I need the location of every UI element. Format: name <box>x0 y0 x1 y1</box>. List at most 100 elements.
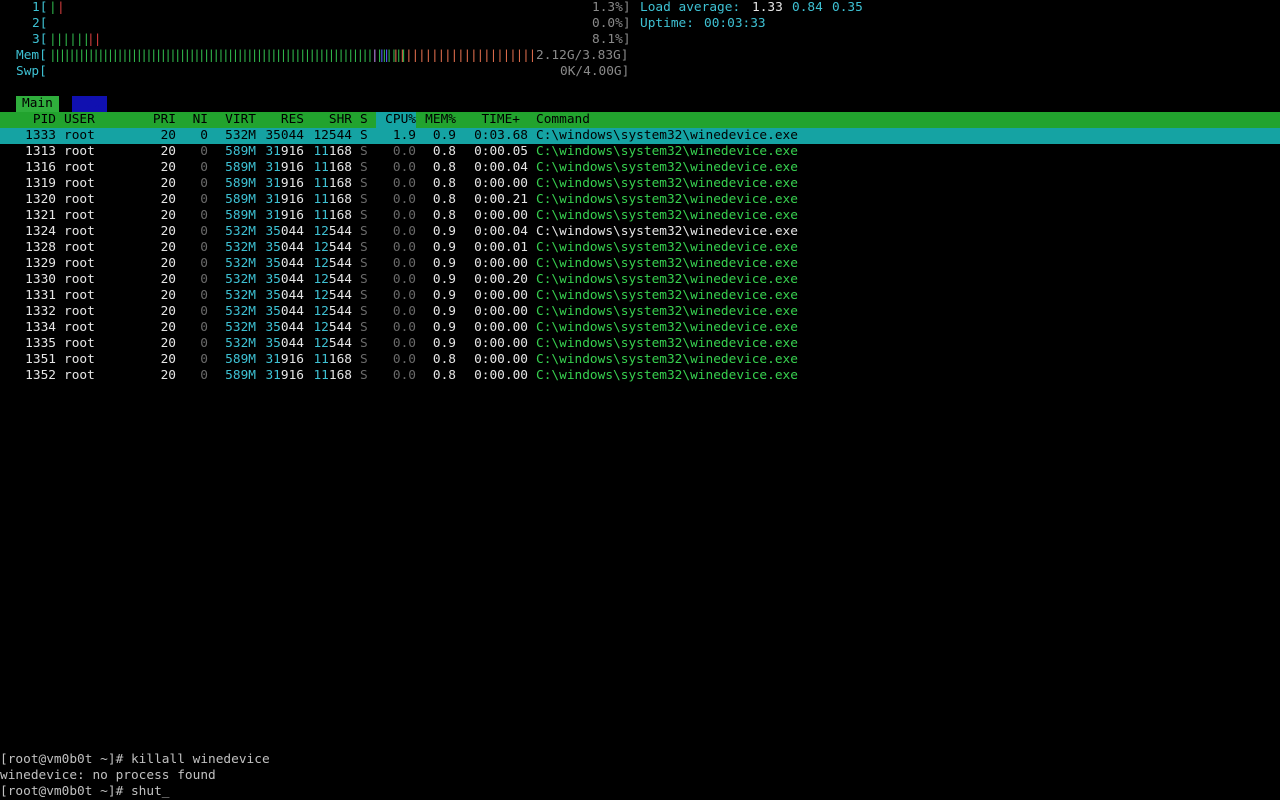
process-cell-ni: 0 <box>200 208 208 223</box>
process-cell-virt: 532M <box>225 128 256 143</box>
shell-prompt[interactable]: [root@vm0b0t ~]# shut_ <box>0 784 170 800</box>
process-cell-shr: 12544 <box>313 336 352 351</box>
process-cell-user: root <box>64 144 95 159</box>
process-cell-time: 0:03.68 <box>474 128 528 143</box>
process-row[interactable]: 1320 root 20 0 589M 31916 11168 S 0.0 0.8 0:00.21 C… <box>0 192 1280 208</box>
process-row[interactable]: 1319 root 20 0 589M 31916 11168 S 0.0 0.8 0:00.00 C… <box>0 176 1280 192</box>
process-row[interactable]: 1324 root 20 0 532M 35044 12544 S 0.0 0.9 0:00.04 C… <box>0 224 1280 240</box>
process-row[interactable]: 1330 root 20 0 532M 35044 12544 S 0.0 0.9 0:00.20 C… <box>0 272 1280 288</box>
column-header-shr[interactable]: SHR <box>312 112 352 128</box>
column-header-cpu[interactable]: CPU% <box>376 112 416 128</box>
load-average-1min: 1.33 <box>752 0 783 15</box>
process-cell-pid: 1330 <box>25 272 56 287</box>
process-row[interactable]: 1333 root 20 0 532M 35044 12544 S 1.9 0.9 0:03.68 C… <box>0 128 1280 144</box>
process-cell-s: S <box>360 368 368 383</box>
cpu-meter-label: 1[ <box>32 0 48 15</box>
process-cell-ni: 0 <box>200 128 208 143</box>
process-row[interactable]: 1328 root 20 0 532M 35044 12544 S 0.0 0.9 0:00.01 C… <box>0 240 1280 256</box>
process-cell-shr: 12544 <box>313 256 352 271</box>
process-cell-shr: 11168 <box>313 368 352 383</box>
process-cell-shr: 12544 <box>313 272 352 287</box>
process-row[interactable]: 1321 root 20 0 589M 31916 11168 S 0.0 0.8 0:00.00 C… <box>0 208 1280 224</box>
process-cell-cpu: 0.0 <box>392 368 416 383</box>
process-cell-ni: 0 <box>200 368 208 383</box>
cpu-meter-percent: 0.0%] <box>592 16 631 31</box>
column-header-pid[interactable]: PID <box>0 112 56 128</box>
column-header-time[interactable]: TIME+ <box>464 112 520 128</box>
process-cell-pid: 1320 <box>25 192 56 207</box>
process-cell-time: 0:00.04 <box>474 160 528 175</box>
process-cell-cmd: C:\windows\system32\winedevice.exe <box>536 224 798 239</box>
process-cell-user: root <box>64 224 95 239</box>
process-cell-user: root <box>64 304 95 319</box>
process-cell-user: root <box>64 320 95 335</box>
process-row[interactable]: 1316 root 20 0 589M 31916 11168 S 0.0 0.8 0:00.04 C… <box>0 160 1280 176</box>
column-header-state[interactable]: S <box>360 112 368 128</box>
process-cell-cpu: 0.0 <box>392 288 416 303</box>
process-row[interactable]: 1332 root 20 0 532M 35044 12544 S 0.0 0.9 0:00.00 C… <box>0 304 1280 320</box>
column-header-user[interactable]: USER <box>64 112 95 128</box>
process-cell-res: 35044 <box>265 336 304 351</box>
cpu-meter-bar-red: || <box>87 32 101 47</box>
process-row[interactable]: 1335 root 20 0 532M 35044 12544 S 0.0 0.9 0:00.00 C… <box>0 336 1280 352</box>
process-cell-cmd: C:\windows\system32\winedevice.exe <box>536 288 798 303</box>
process-cell-user: root <box>64 368 95 383</box>
tab-main[interactable]: Main <box>16 96 59 112</box>
process-cell-pri: 20 <box>160 160 176 175</box>
process-cell-ni: 0 <box>200 160 208 175</box>
process-cell-time: 0:00.00 <box>474 176 528 191</box>
process-row[interactable]: 1351 root 20 0 589M 31916 11168 S 0.0 0.8 0:00.00 C… <box>0 352 1280 368</box>
process-cell-cpu: 0.0 <box>392 176 416 191</box>
process-cell-user: root <box>64 336 95 351</box>
process-cell-s: S <box>360 160 368 175</box>
column-header-res[interactable]: RES <box>264 112 304 128</box>
column-header-ni[interactable]: NI <box>184 112 208 128</box>
process-cell-pri: 20 <box>160 368 176 383</box>
memory-meter-label: Mem[ <box>16 48 47 63</box>
process-cell-mem: 0.8 <box>432 368 456 383</box>
process-cell-cmd: C:\windows\system32\winedevice.exe <box>536 272 798 287</box>
process-row[interactable]: 1313 root 20 0 589M 31916 11168 S 0.0 0.8 0:00.05 C… <box>0 144 1280 160</box>
process-cell-pri: 20 <box>160 320 176 335</box>
process-cell-mem: 0.9 <box>432 128 456 143</box>
column-header-virt[interactable]: VIRT <box>216 112 256 128</box>
process-cell-ni: 0 <box>200 176 208 191</box>
process-cell-cmd: C:\windows\system32\winedevice.exe <box>536 160 798 175</box>
process-cell-cmd: C:\windows\system32\winedevice.exe <box>536 336 798 351</box>
process-cell-cpu: 1.9 <box>392 128 416 143</box>
shell-line: winedevice: no process found <box>0 768 216 783</box>
process-cell-s: S <box>360 208 368 223</box>
process-cell-pid: 1313 <box>25 144 56 159</box>
process-cell-virt: 589M <box>225 352 256 367</box>
process-cell-cpu: 0.0 <box>392 192 416 207</box>
process-cell-ni: 0 <box>200 320 208 335</box>
process-cell-pid: 1332 <box>25 304 56 319</box>
process-cell-user: root <box>64 288 95 303</box>
process-row[interactable]: 1329 root 20 0 532M 35044 12544 S 0.0 0.9 0:00.00 C… <box>0 256 1280 272</box>
process-cell-shr: 12544 <box>313 240 352 255</box>
process-cell-res: 35044 <box>265 304 304 319</box>
process-cell-virt: 589M <box>225 176 256 191</box>
process-cell-user: root <box>64 176 95 191</box>
tab-io[interactable]: I/O <box>72 96 108 112</box>
column-header-command[interactable]: Command <box>536 112 590 128</box>
process-row[interactable]: 1334 root 20 0 532M 35044 12544 S 0.0 0.9 0:00.00 C… <box>0 320 1280 336</box>
process-row[interactable]: 1331 root 20 0 532M 35044 12544 S 0.0 0.9 0:00.00 C… <box>0 288 1280 304</box>
load-average-5min: 0.84 <box>792 0 823 15</box>
process-cell-cpu: 0.0 <box>392 352 416 367</box>
process-cell-res: 35044 <box>265 272 304 287</box>
column-header-pri[interactable]: PRI <box>144 112 176 128</box>
process-cell-pri: 20 <box>160 304 176 319</box>
process-cell-time: 0:00.00 <box>474 256 528 271</box>
process-cell-mem: 0.9 <box>432 336 456 351</box>
process-row[interactable]: 1352 root 20 0 589M 31916 11168 S 0.0 0.8 0:00.00 C… <box>0 368 1280 384</box>
process-cell-time: 0:00.00 <box>474 288 528 303</box>
process-cell-mem: 0.9 <box>432 288 456 303</box>
process-cell-s: S <box>360 144 368 159</box>
load-average-label: Load average: <box>640 0 741 15</box>
process-cell-res: 35044 <box>265 240 304 255</box>
column-header-mem[interactable]: MEM% <box>416 112 456 128</box>
process-cell-s: S <box>360 304 368 319</box>
process-cell-cmd: C:\windows\system32\winedevice.exe <box>536 320 798 335</box>
process-cell-time: 0:00.00 <box>474 304 528 319</box>
